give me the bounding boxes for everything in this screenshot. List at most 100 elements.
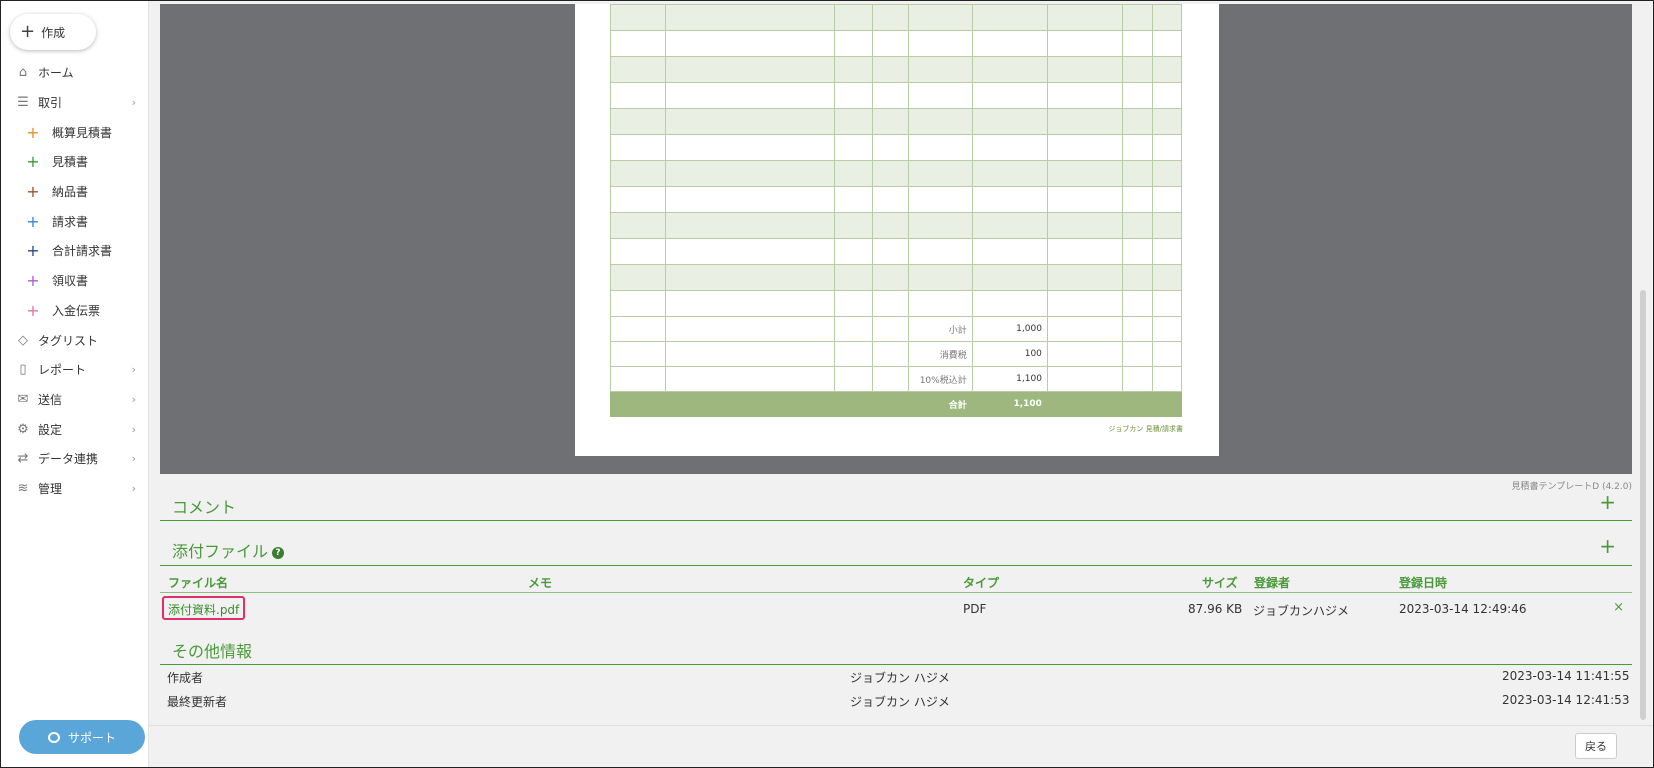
plus-icon: + (26, 271, 40, 291)
header-date: 登録日時 (1399, 576, 1448, 590)
document-cell (907, 108, 973, 135)
sync-icon: ⇄ (17, 451, 29, 467)
document-cell (1046, 108, 1124, 135)
bottom-bar (148, 725, 1653, 726)
document-preview: 小計 1,000 消費税 100 10%税込計 1,100 合計 1,100 ジョブカン 見積… (160, 4, 1632, 474)
document-cell (834, 212, 874, 239)
create-label: 作成 (41, 25, 66, 40)
attachment-size: 87.96 KB (1188, 602, 1243, 616)
attachments-divider (160, 565, 1632, 566)
chevron-right-icon: › (131, 481, 136, 495)
document-table: 小計 1,000 消費税 100 10%税込計 1,100 合計 1,100 (609, 4, 1183, 417)
document-cell (1046, 264, 1124, 291)
document-row (609, 4, 1183, 31)
support-button[interactable]: サポート (19, 720, 145, 754)
document-cell (872, 316, 909, 342)
document-cell (665, 4, 836, 31)
document-row: 小計 1,000 (609, 316, 1183, 342)
sidebar-item[interactable]: ☰ 取引 › (0, 88, 148, 118)
sidebar-item[interactable]: ⇄ データ連携 › (0, 444, 148, 474)
document-row (609, 290, 1183, 317)
sidebar-item[interactable]: + 納品書 (0, 177, 148, 207)
back-button[interactable]: 戻る (1575, 733, 1617, 759)
document-cell (609, 366, 667, 392)
chat-bubble-icon (47, 731, 60, 743)
document-cell: 100 (971, 341, 1048, 367)
document-cell (872, 212, 909, 239)
sidebar-item[interactable]: ≋ 管理 › (0, 474, 148, 504)
sidebar-item[interactable]: + 概算見積書 (0, 117, 148, 147)
document-cell: 合計 (907, 391, 973, 417)
document-cell (834, 56, 874, 83)
document-cell (971, 238, 1048, 265)
document-cell (1046, 4, 1124, 31)
sidebar-item[interactable]: + 領収書 (0, 266, 148, 296)
help-icon[interactable]: ? (272, 546, 285, 559)
document-cell (1151, 366, 1183, 392)
document-cell (1151, 160, 1183, 187)
document-cell (1151, 391, 1183, 417)
document-cell (1122, 391, 1153, 417)
sidebar-item[interactable]: + 入金伝票 (0, 296, 148, 326)
sidebar-item[interactable]: ⚙ 設定 › (0, 414, 148, 444)
sidebar-item[interactable]: + 見積書 (0, 147, 148, 177)
plus-icon: + (26, 211, 40, 231)
document-cell (1151, 134, 1183, 161)
sidebar-item[interactable]: ⌂ ホーム (0, 58, 148, 88)
document-row (609, 134, 1183, 161)
mail-icon: ✉ (17, 391, 29, 407)
document-cell (907, 160, 973, 187)
document-cell: 小計 (907, 316, 973, 342)
sidebar-item[interactable]: ◇ タグリスト (0, 325, 148, 355)
comment-divider (160, 520, 1632, 521)
document-cell (1122, 366, 1153, 392)
document-cell (665, 212, 836, 239)
add-comment-button[interactable]: + (1599, 492, 1616, 512)
document-cell (1046, 134, 1124, 161)
plus-icon: + (26, 122, 40, 142)
document-cell (971, 264, 1048, 291)
document-cell (665, 366, 836, 392)
create-button[interactable]: + 作成 (10, 14, 96, 50)
sidebar-item[interactable]: ▯ レポート › (0, 355, 148, 385)
sidebar-item-label: 概算見積書 (52, 125, 113, 140)
report-icon: ▯ (19, 362, 27, 378)
sidebar-item[interactable]: + 請求書 (0, 206, 148, 236)
attachment-type: PDF (963, 602, 987, 616)
document-cell (834, 160, 874, 187)
document-cell (1151, 316, 1183, 342)
document-cell (1151, 341, 1183, 367)
document-row (609, 56, 1183, 83)
document-cell (1122, 160, 1153, 187)
scrollbar[interactable] (1640, 290, 1646, 720)
sidebar-nav: ⌂ ホーム ☰ 取引 › + 概算見積書 + 見積書 + 納品書 + 請求書 + 合計請求書 + 領収書 + 入金伝… (0, 58, 148, 503)
sidebar-item[interactable]: ✉ 送信 › (0, 385, 148, 415)
gear-icon: ⚙ (17, 421, 29, 437)
sidebar-item-label: ホーム (38, 66, 74, 81)
delete-attachment-button[interactable]: × (1613, 600, 1624, 615)
document-cell (609, 238, 667, 265)
sidebar-item-label: 納品書 (52, 185, 89, 200)
document-cell (1046, 290, 1124, 317)
sidebar-item[interactable]: + 合計請求書 (0, 236, 148, 266)
document-cell (609, 134, 667, 161)
chevron-right-icon: › (131, 96, 136, 110)
creator-user: ジョブカン ハジメ (850, 671, 950, 685)
document-cell (971, 108, 1048, 135)
document-row (609, 264, 1183, 291)
document-cell (834, 341, 874, 367)
header-registrant: 登録者 (1254, 576, 1291, 590)
document-cell (1151, 56, 1183, 83)
header-type: タイプ (963, 576, 1000, 590)
document-cell (907, 212, 973, 239)
last-updater-label: 最終更新者 (167, 695, 228, 709)
document-cell (872, 82, 909, 109)
document-cell (834, 290, 874, 317)
add-attachment-button[interactable]: + (1599, 536, 1616, 556)
attachment-file-link[interactable]: 添付資料.pdf (162, 596, 246, 620)
document-cell (1151, 30, 1183, 57)
document-cell (872, 238, 909, 265)
document-cell (609, 56, 667, 83)
document-cell (907, 30, 973, 57)
document-cell (907, 4, 973, 31)
